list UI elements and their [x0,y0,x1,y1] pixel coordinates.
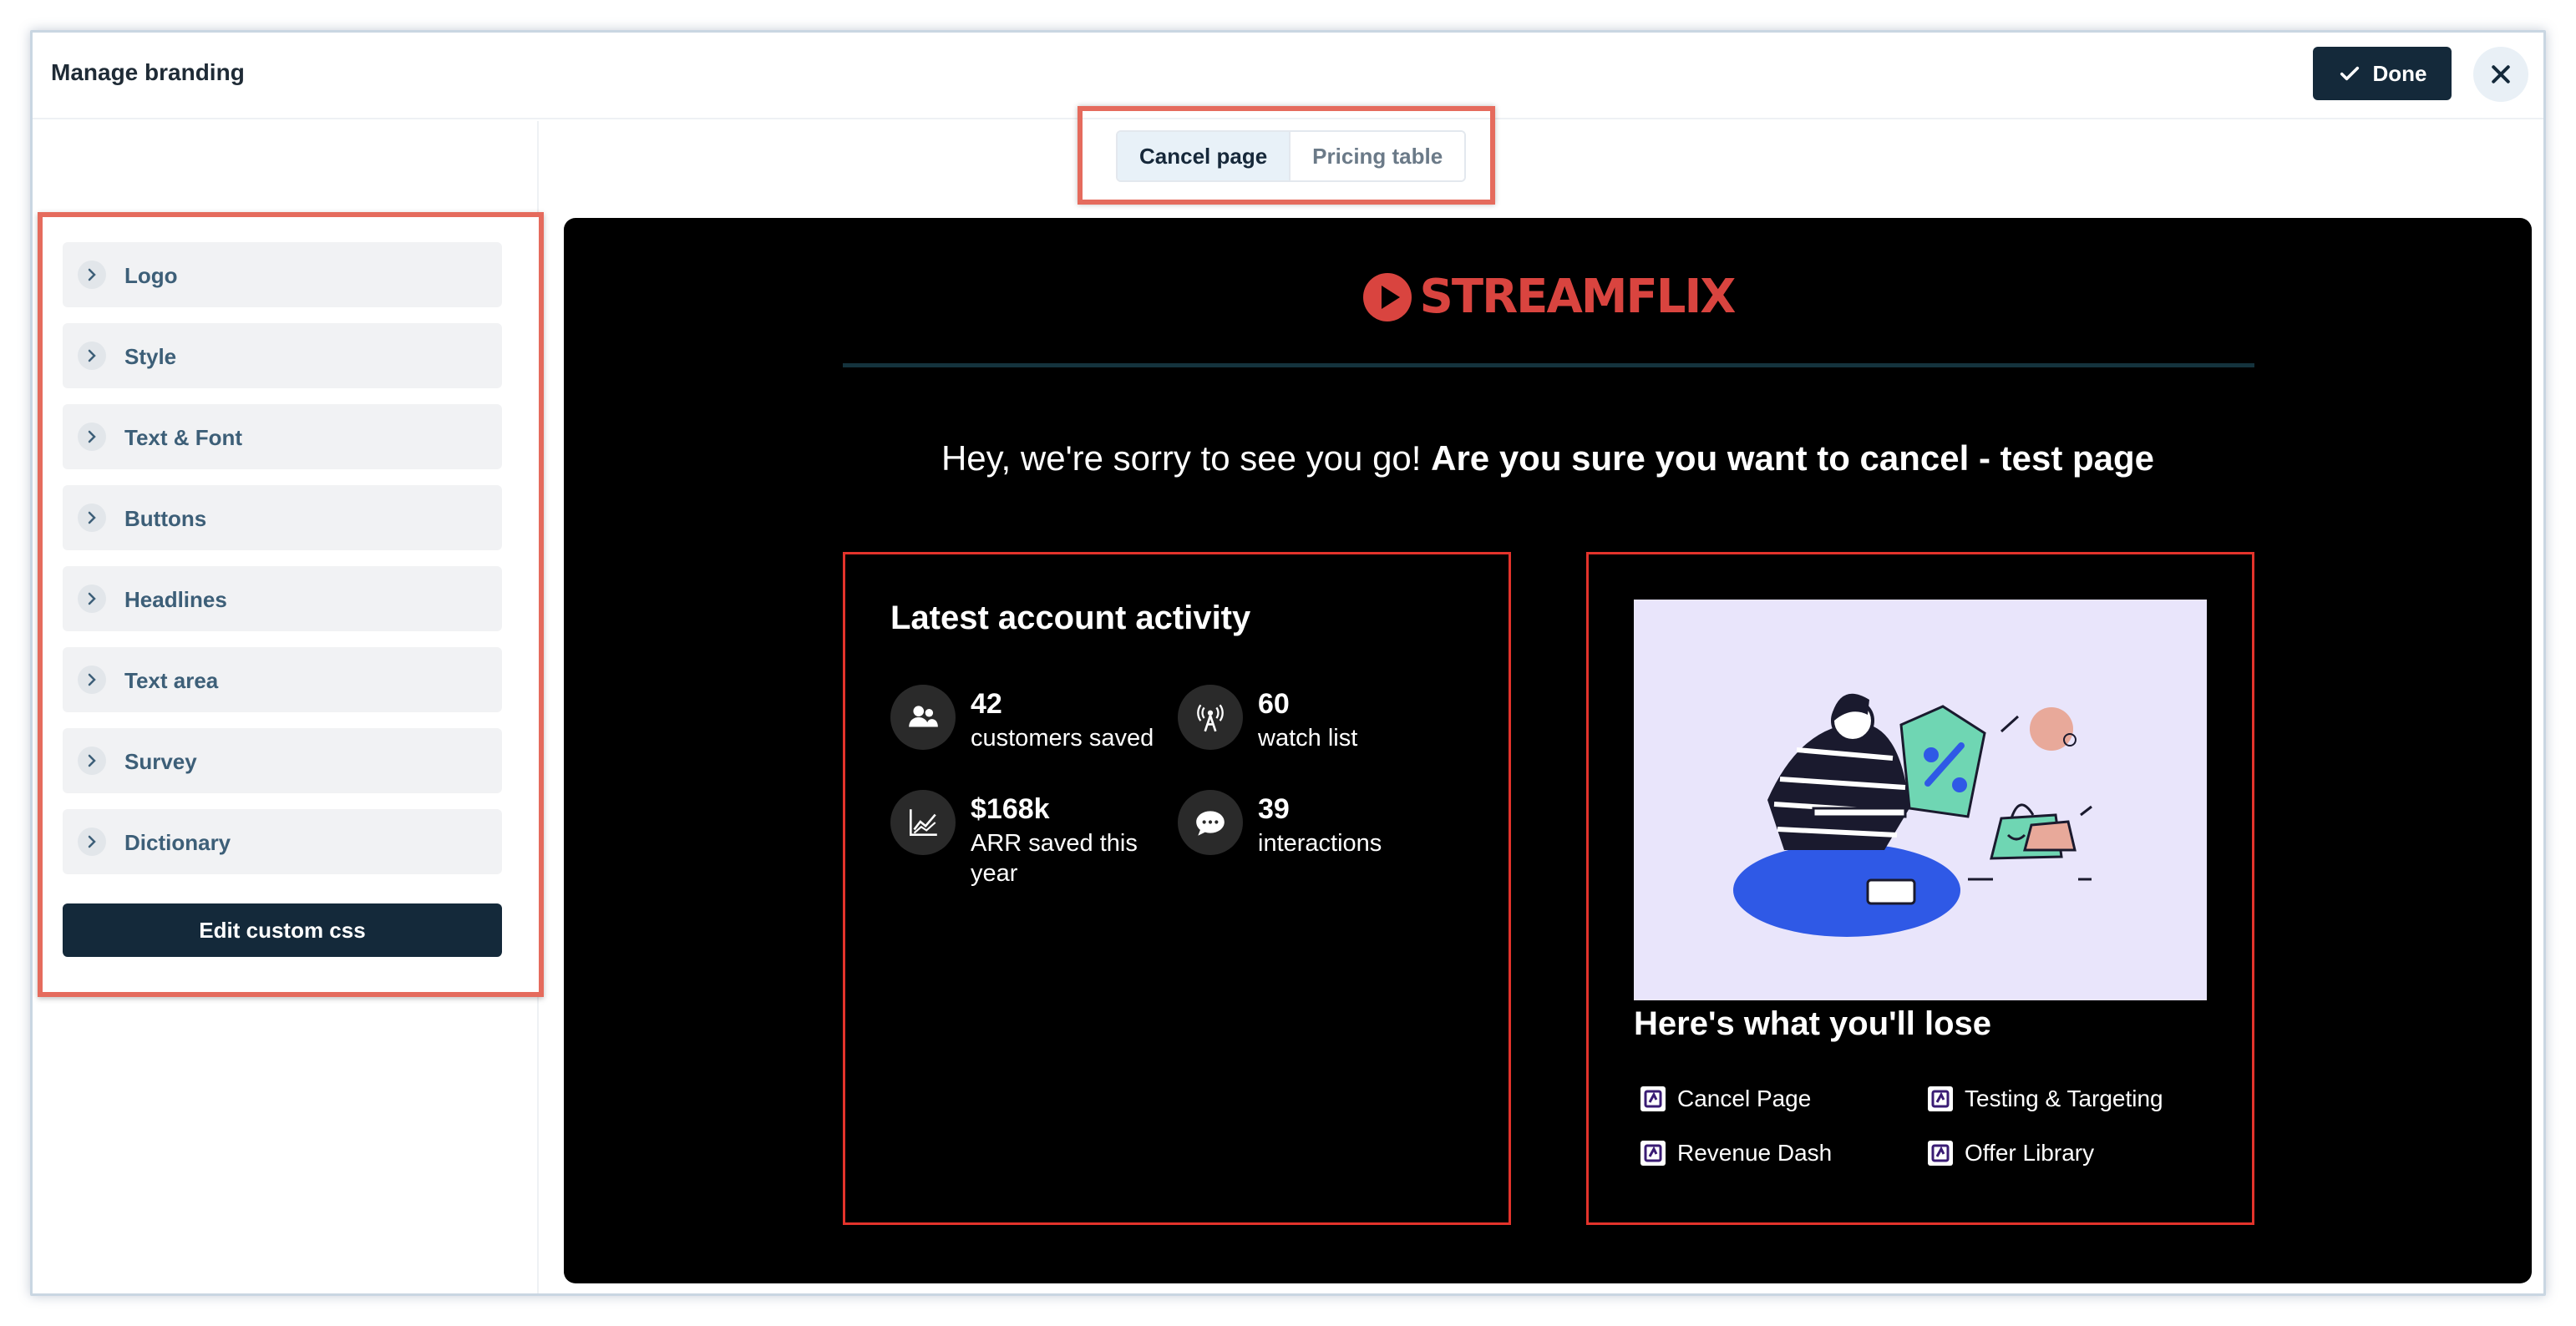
branding-sidebar: Logo Style Text & Font Buttons Headlines… [38,212,544,997]
sidebar-item-dictionary[interactable]: Dictionary [63,809,502,874]
sidebar-item-survey[interactable]: Survey [63,728,502,793]
chevron-right-icon [78,261,106,289]
stat-label: interactions [1258,830,1382,857]
headline-regular: Hey, we're sorry to see you go! [941,438,1432,478]
activity-title: Latest account activity [890,600,1251,636]
edit-custom-css-button[interactable]: Edit custom css [63,903,502,957]
logo-divider [843,363,2254,367]
feature-item: Cancel Page [1640,1084,1811,1114]
sidebar-item-buttons[interactable]: Buttons [63,485,502,550]
sidebar-item-label: Headlines [124,587,227,612]
sidebar-item-label: Text area [124,668,219,693]
done-label: Done [2372,60,2427,86]
headline-bold: Are you sure you want to cancel - test p… [1431,438,2155,478]
sidebar-item-label: Survey [124,749,197,774]
cancel-headline: Hey, we're sorry to see you go! Are you … [564,438,2532,478]
feature-item: Testing & Targeting [1928,1084,2163,1114]
feature-label: Revenue Dash [1677,1140,1833,1166]
manage-branding-modal: Manage branding Done STREAMFLIX Hey, we'… [30,30,2546,1296]
shopping-illustration [1634,600,2207,1000]
chart-line-icon [890,790,956,855]
sidebar-item-headlines[interactable]: Headlines [63,566,502,631]
sidebar-item-text-area[interactable]: Text area [63,647,502,712]
sidebar-item-style[interactable]: Style [63,323,502,388]
chevron-right-icon [78,827,106,856]
lose-title: Here's what you'll lose [1634,1005,1992,1042]
close-button[interactable] [2473,47,2528,102]
feature-label: Offer Library [1965,1140,2095,1166]
feature-item: Revenue Dash [1640,1138,1832,1168]
sidebar-item-label: Buttons [124,506,207,531]
feature-logo-icon [1928,1141,1953,1166]
check-icon [2340,66,2359,81]
stat-watch-list: 60 watch list [1178,685,1462,785]
tab-pricing-table[interactable]: Pricing table [1289,132,1465,180]
streamflix-logo: STREAMFLIX [564,270,2532,324]
page-tabs: Cancel page Pricing table [1116,130,1467,182]
stat-value: 39 [1258,793,1290,825]
chevron-right-icon [78,423,106,451]
chevron-right-icon [78,504,106,532]
done-button[interactable]: Done [2313,47,2452,100]
chat-bubble-icon [1178,790,1243,855]
sidebar-item-text-font[interactable]: Text & Font [63,404,502,469]
feature-label: Testing & Targeting [1965,1086,2163,1111]
stat-label: ARR saved this year [971,830,1138,887]
stat-interactions: 39 interactions [1178,790,1462,890]
stat-label: watch list [1258,725,1358,752]
chevron-right-icon [78,747,106,775]
tabs-highlight: Cancel page Pricing table [1078,106,1495,205]
logo-text: STREAMFLIX [1419,270,1737,324]
tab-cancel-page[interactable]: Cancel page [1118,132,1290,180]
cancel-page-preview: STREAMFLIX Hey, we're sorry to see you g… [564,218,2532,1283]
stat-label: customers saved [971,725,1154,752]
sidebar-item-label: Dictionary [124,830,231,855]
sidebar-item-label: Text & Font [124,425,243,450]
stat-value: $168k [971,793,1050,825]
feature-logo-icon [1640,1141,1666,1166]
sidebar-item-logo[interactable]: Logo [63,242,502,307]
feature-item: Offer Library [1928,1138,2094,1168]
chevron-right-icon [78,666,106,694]
close-icon [2492,65,2510,84]
users-icon [890,685,956,750]
account-activity-card: Latest account activity 42 customers sav… [843,552,1511,1225]
chevron-right-icon [78,342,106,370]
stat-arr-saved: $168k ARR saved this year [890,790,1174,890]
feature-logo-icon [1928,1086,1953,1111]
chevron-right-icon [78,585,106,613]
what-you-lose-card: Here's what you'll lose Cancel Page Test… [1586,552,2254,1225]
sidebar-item-label: Logo [124,263,178,288]
feature-logo-icon [1640,1086,1666,1111]
sidebar-item-label: Style [124,344,177,369]
stat-value: 42 [971,688,1002,720]
modal-title: Manage branding [51,59,245,85]
feature-label: Cancel Page [1677,1086,1812,1111]
broadcast-tower-icon [1178,685,1243,750]
stat-value: 60 [1258,688,1290,720]
play-logo-icon [1362,272,1412,321]
stat-customers-saved: 42 customers saved [890,685,1174,785]
